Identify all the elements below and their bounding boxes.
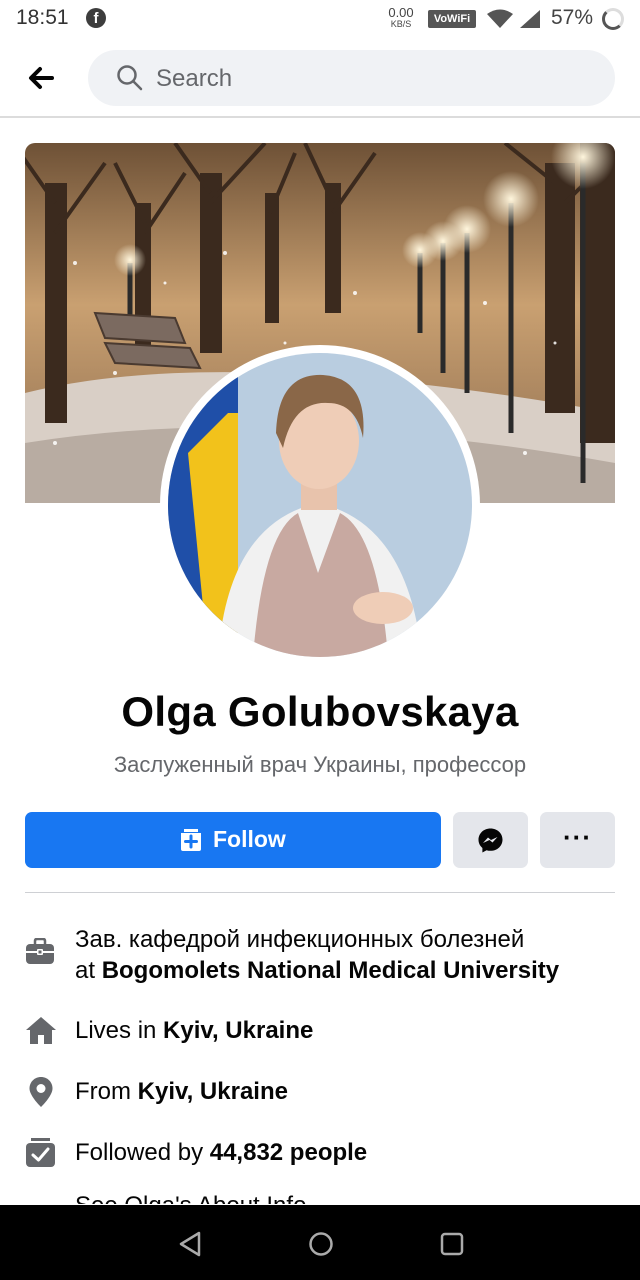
search-input[interactable]: Search — [88, 50, 615, 106]
profile-bio: Заслуженный врач Украины, профессор — [113, 752, 527, 777]
intro-work-place[interactable]: Bogomolets National Medical University — [102, 957, 559, 984]
intro-from-prefix: From — [75, 1078, 138, 1105]
status-bar: 18:51 f 0.00 KB/S VoWiFi 57% — [0, 0, 640, 40]
header: Search — [0, 40, 640, 118]
location-pin-icon — [29, 1077, 53, 1107]
follow-label: Follow — [213, 826, 286, 852]
status-time: 18:51 — [16, 6, 69, 29]
follow-button[interactable]: Follow — [25, 812, 441, 868]
intro-lives-place[interactable]: Kyiv, Ukraine — [163, 1017, 313, 1044]
home-icon — [26, 1017, 56, 1044]
intro-lives-text: Lives in Kyiv, Ukraine — [75, 1015, 313, 1046]
intro-work: Зав. кафедрой инфекционных болезней at B… — [25, 924, 615, 988]
back-button[interactable] — [22, 60, 62, 96]
briefcase-icon — [26, 938, 54, 964]
intro-from-place[interactable]: Kyiv, Ukraine — [138, 1078, 288, 1105]
followers-icon — [26, 1138, 55, 1167]
intro-followers: Followed by 44,832 people — [25, 1137, 615, 1169]
battery-percent: 57% — [551, 6, 594, 29]
intro-followers-count[interactable]: 44,832 people — [210, 1139, 367, 1166]
intro-from: From Kyiv, Ukraine — [25, 1076, 615, 1108]
intro-lives-prefix: Lives in — [75, 1017, 164, 1044]
intro-followers-text: Followed by 44,832 people — [75, 1137, 367, 1168]
intro-work-text: Зав. кафедрой инфекционных болезней at B… — [75, 924, 559, 986]
divider — [25, 892, 615, 893]
profile-name: Olga Golubovskaya — [121, 688, 519, 735]
nav-recents-icon[interactable] — [440, 1232, 464, 1256]
battery-icon — [602, 8, 624, 30]
search-placeholder: Search — [156, 65, 233, 92]
follow-icon — [181, 829, 201, 851]
nav-home-icon[interactable] — [308, 1231, 334, 1257]
nav-back-icon[interactable] — [178, 1231, 202, 1257]
intro-followers-prefix: Followed by — [75, 1139, 210, 1166]
network-speed: 0.00 KB/S — [384, 6, 418, 29]
messenger-icon — [478, 828, 503, 853]
vowifi-badge: VoWiFi — [428, 10, 476, 28]
intro-work-prefix: at — [75, 957, 102, 984]
more-options-icon: ··· — [563, 822, 592, 852]
signal-icon — [520, 10, 540, 28]
wifi-icon — [487, 9, 513, 28]
intro-from-text: From Kyiv, Ukraine — [75, 1076, 288, 1107]
more-options-button[interactable]: ··· — [540, 812, 615, 868]
intro-lives: Lives in Kyiv, Ukraine — [25, 1015, 615, 1047]
message-button[interactable] — [453, 812, 528, 868]
search-icon — [117, 65, 143, 91]
network-speed-unit: KB/S — [390, 19, 412, 29]
intro-work-title: Зав. кафедрой инфекционных болезней — [75, 926, 525, 953]
see-about-info-link[interactable]: See Olga's About Info — [75, 1192, 475, 1204]
facebook-notification-icon: f — [86, 8, 106, 28]
system-nav-bar — [0, 1205, 640, 1280]
back-arrow-icon — [29, 67, 54, 89]
avatar[interactable] — [168, 353, 472, 657]
network-speed-value: 0.00 — [388, 5, 414, 20]
